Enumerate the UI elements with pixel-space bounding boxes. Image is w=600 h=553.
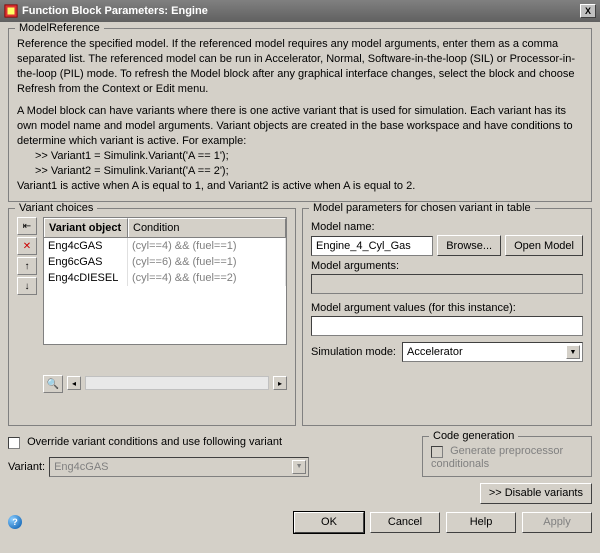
simulation-mode-select[interactable]: Accelerator ▼ <box>402 342 583 362</box>
help-button[interactable]: Help <box>446 512 516 533</box>
model-reference-group: ModelReference Reference the specified m… <box>8 28 592 202</box>
workspace-lookup-button[interactable]: 🔍 <box>43 375 63 393</box>
model-reference-legend: ModelReference <box>15 22 104 34</box>
row-cond: (cyl==6) && (fuel==1) <box>128 254 286 270</box>
close-button[interactable]: X <box>580 4 596 18</box>
titlebar: Function Block Parameters: Engine X <box>0 0 600 22</box>
code-generation-group: Code generation Generate preprocessor co… <box>422 436 592 476</box>
move-up-button[interactable]: ↑ <box>17 257 37 275</box>
col-condition: Condition <box>128 218 286 237</box>
table-row[interactable]: Eng4cDIESEL (cyl==4) && (fuel==2) <box>44 270 286 286</box>
model-parameters-group: Model parameters for chosen variant in t… <box>302 208 592 426</box>
cancel-button[interactable]: Cancel <box>370 512 440 533</box>
simulation-mode-value: Accelerator <box>407 346 566 358</box>
scroll-left-button[interactable]: ◂ <box>67 376 81 390</box>
scroll-right-button[interactable]: ▸ <box>273 376 287 390</box>
gen-preproc-checkbox <box>431 446 443 458</box>
triangle-right-icon: ▸ <box>278 379 282 388</box>
model-name-input[interactable] <box>311 236 433 256</box>
variant-choices-group: Variant choices ⇤ ✕ ↑ ↓ Variant object <box>8 208 296 426</box>
variant-table[interactable]: Variant object Condition Eng4cGAS (cyl==… <box>43 217 287 345</box>
code-generation-legend: Code generation <box>429 430 518 442</box>
gen-preproc-label: Generate preprocessor conditionals <box>431 445 563 469</box>
model-arguments-label: Model arguments: <box>311 260 583 272</box>
up-arrow-icon: ↑ <box>25 261 30 272</box>
close-icon: X <box>585 6 591 16</box>
open-model-button[interactable]: Open Model <box>505 235 583 256</box>
description-p3: Variant1 is active when A is equal to 1,… <box>17 179 583 194</box>
disable-variants-button[interactable]: >> Disable variants <box>480 483 592 504</box>
model-arguments-display <box>311 274 583 294</box>
table-row[interactable]: Eng4cGAS (cyl==4) && (fuel==1) <box>44 238 286 254</box>
row-vo: Eng4cGAS <box>44 238 128 254</box>
example-line-2: >> Variant2 = Simulink.Variant('A == 2')… <box>35 164 583 179</box>
model-parameters-legend: Model parameters for chosen variant in t… <box>309 202 535 214</box>
argument-values-label: Model argument values (for this instance… <box>311 302 583 314</box>
window-title: Function Block Parameters: Engine <box>22 5 208 17</box>
description-p1: Reference the specified model. If the re… <box>17 37 583 96</box>
move-down-button[interactable]: ↓ <box>17 277 37 295</box>
description-p2: A Model block can have variants where th… <box>17 104 583 149</box>
simulation-mode-label: Simulation mode: <box>311 346 396 358</box>
override-checkbox-row[interactable]: Override variant conditions and use foll… <box>8 436 414 448</box>
chevron-down-icon: ▼ <box>292 460 306 474</box>
row-vo: Eng4cDIESEL <box>44 270 128 286</box>
variant-select: Eng4cGAS ▼ <box>49 457 309 477</box>
col-variant-object: Variant object <box>44 218 128 237</box>
override-checkbox[interactable] <box>8 437 20 449</box>
add-row-button[interactable]: ⇤ <box>17 217 37 235</box>
scrollbar-track[interactable] <box>85 376 269 390</box>
plus-left-icon: ⇤ <box>23 221 31 232</box>
help-icon[interactable]: ? <box>8 515 22 529</box>
variant-label: Variant: <box>8 461 45 473</box>
ok-button[interactable]: OK <box>294 512 364 533</box>
variant-value: Eng4cGAS <box>54 461 292 473</box>
apply-button: Apply <box>522 512 592 533</box>
chevron-down-icon: ▼ <box>566 345 580 359</box>
variant-choices-legend: Variant choices <box>15 202 97 214</box>
model-name-label: Model name: <box>311 221 583 233</box>
down-arrow-icon: ↓ <box>25 281 30 292</box>
triangle-left-icon: ◂ <box>72 379 76 388</box>
app-icon <box>4 4 18 18</box>
row-cond: (cyl==4) && (fuel==1) <box>128 238 286 254</box>
search-icon: 🔍 <box>47 379 59 390</box>
x-icon: ✕ <box>23 241 31 252</box>
browse-button[interactable]: Browse... <box>437 235 501 256</box>
delete-row-button[interactable]: ✕ <box>17 237 37 255</box>
argument-values-input[interactable] <box>311 316 583 336</box>
override-label: Override variant conditions and use foll… <box>27 436 282 448</box>
table-row[interactable]: Eng6cGAS (cyl==6) && (fuel==1) <box>44 254 286 270</box>
example-line-1: >> Variant1 = Simulink.Variant('A == 1')… <box>35 149 583 164</box>
row-vo: Eng6cGAS <box>44 254 128 270</box>
row-cond: (cyl==4) && (fuel==2) <box>128 270 286 286</box>
